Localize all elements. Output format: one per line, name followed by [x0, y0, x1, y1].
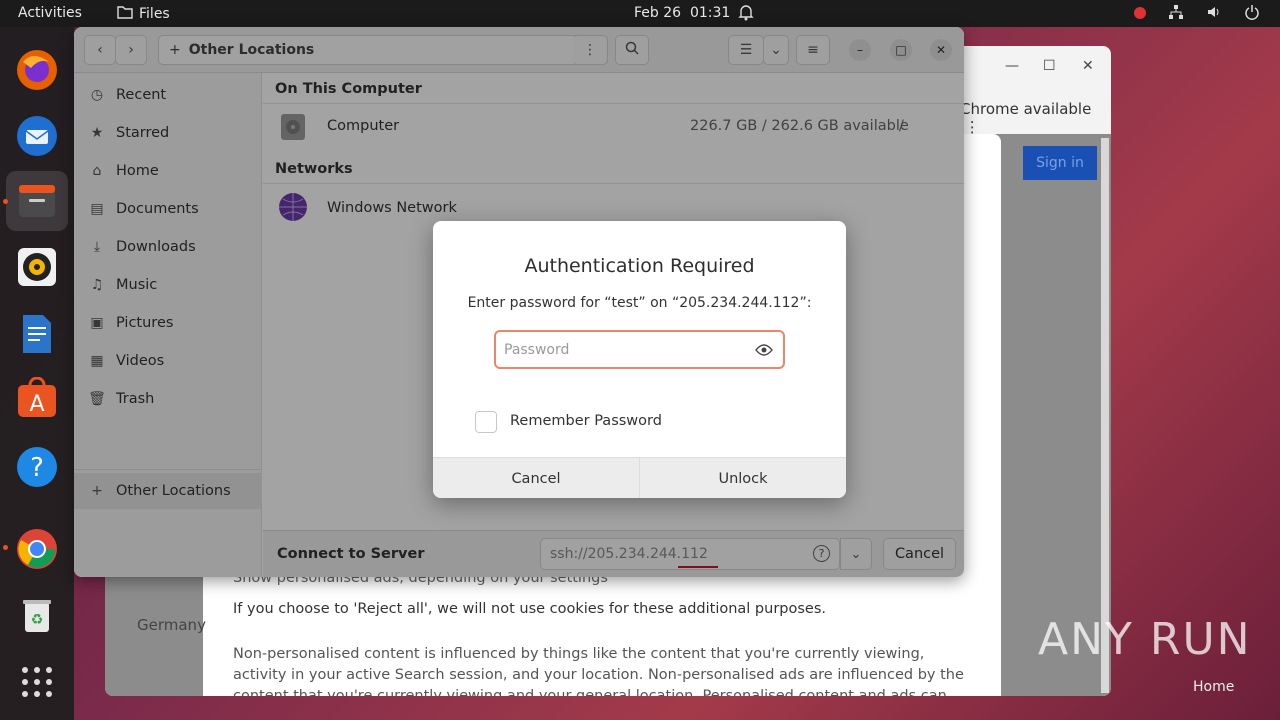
unlock-button[interactable]: Unlock — [640, 458, 846, 498]
svg-text:♻: ♻ — [31, 612, 44, 628]
folder-icon — [117, 5, 133, 23]
running-indicator — [3, 199, 8, 204]
top-bar: Activities Files Feb 26 01:31 — [0, 0, 1280, 27]
home-desktop-label[interactable]: Home — [1193, 679, 1234, 695]
power-icon — [1244, 4, 1260, 24]
consent-line-3: Non-personalised content is influenced b… — [233, 646, 964, 696]
running-indicator — [3, 545, 8, 550]
activities-button[interactable]: Activities — [18, 5, 82, 21]
minimize-icon[interactable]: — — [1005, 58, 1019, 74]
writer-icon[interactable] — [14, 311, 60, 357]
volume-icon — [1206, 4, 1222, 24]
reveal-password-icon[interactable] — [755, 342, 773, 358]
app-menu[interactable]: Files — [117, 5, 170, 23]
apps-grid-icon[interactable] — [14, 659, 60, 705]
close-icon[interactable]: ✕ — [1082, 58, 1094, 74]
app-name: Files — [139, 6, 170, 22]
svg-text:?: ? — [30, 453, 44, 483]
password-field[interactable] — [494, 330, 785, 369]
cancel-button[interactable]: Cancel — [433, 458, 639, 498]
dialog-title: Authentication Required — [524, 255, 755, 277]
dialog-button-bar: Cancel Unlock — [433, 457, 846, 498]
dock: A ? ♻ — [0, 27, 74, 720]
clock-date: Feb 26 — [634, 5, 682, 21]
thunderbird-icon[interactable] — [14, 113, 60, 159]
chrome-available-notice[interactable]: Chrome available ⋮ — [960, 100, 1111, 136]
country-label: Germany — [137, 616, 206, 634]
remember-password-checkbox[interactable] — [475, 411, 497, 433]
maximize-icon[interactable]: ☐ — [1043, 58, 1056, 74]
sign-in-button[interactable]: Sign in — [1023, 146, 1097, 180]
cancel-button-label: Cancel — [511, 470, 561, 487]
auth-dialog: Authentication Required Enter password f… — [433, 221, 846, 498]
trash-icon[interactable]: ♻ — [14, 593, 60, 639]
clock[interactable]: Feb 26 01:31 — [634, 5, 730, 21]
anyrun-watermark: ANY RUN — [1038, 614, 1252, 665]
svg-text:A: A — [29, 392, 44, 417]
clock-time: 01:31 — [689, 5, 731, 21]
files-icon[interactable] — [14, 178, 60, 224]
password-input[interactable] — [504, 340, 744, 360]
firefox-icon[interactable] — [14, 47, 60, 93]
help-icon[interactable]: ? — [14, 444, 60, 490]
browser-scrollbar[interactable] — [1101, 138, 1109, 693]
dialog-message: Enter password for “test” on “205.234.24… — [467, 295, 812, 311]
remember-password-label[interactable]: Remember Password — [510, 413, 662, 429]
unlock-button-label: Unlock — [718, 470, 768, 487]
chrome-icon[interactable] — [14, 526, 60, 572]
no-entry-icon — [1134, 7, 1146, 19]
network-icon — [1168, 4, 1184, 24]
consent-line-2: If you choose to 'Reject all', we will n… — [233, 601, 827, 617]
rhythmbox-icon[interactable] — [14, 244, 60, 290]
bell-icon — [738, 3, 754, 25]
system-tray[interactable] — [1134, 4, 1260, 24]
chrome-available-label: Chrome available — [960, 100, 1092, 118]
app-center-icon[interactable]: A — [14, 376, 60, 422]
